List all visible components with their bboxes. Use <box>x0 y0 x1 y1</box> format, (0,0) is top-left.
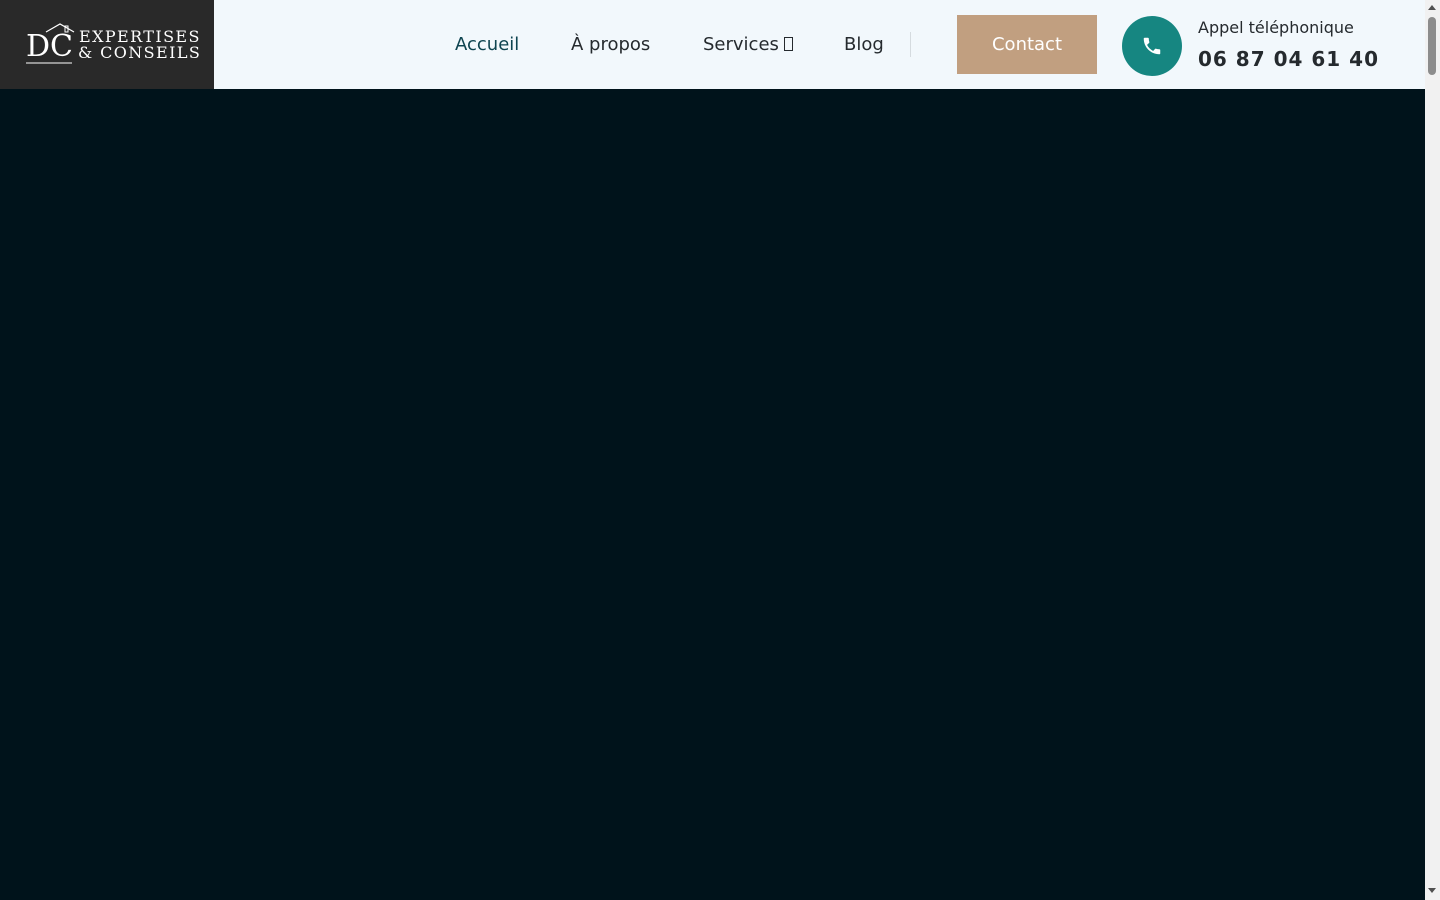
phone-call-button[interactable] <box>1122 16 1182 76</box>
page: DC EXPERTISES & CONSEILS Accueil À propo… <box>0 0 1425 900</box>
logo-line-2: & CONSEILS <box>78 43 202 62</box>
nav-item-services-label: Services <box>703 34 779 55</box>
house-monogram-icon: DC <box>26 23 75 64</box>
hero-section <box>0 89 1425 900</box>
nav-divider <box>910 32 911 57</box>
dropdown-icon <box>783 37 793 51</box>
scrollbar-thumb[interactable] <box>1428 17 1436 75</box>
vertical-scrollbar[interactable] <box>1425 0 1440 900</box>
nav-item-blog[interactable]: Blog <box>844 33 884 57</box>
logo-monogram: DC <box>26 29 73 64</box>
phone-number-link[interactable]: 06 87 04 61 40 <box>1198 47 1379 71</box>
phone-icon <box>1143 37 1161 55</box>
nav-item-a-propos[interactable]: À propos <box>571 33 650 57</box>
site-header: DC EXPERTISES & CONSEILS Accueil À propo… <box>0 0 1425 89</box>
contact-button[interactable]: Contact <box>957 15 1097 74</box>
scroll-down-arrow-icon[interactable] <box>1428 888 1436 893</box>
nav-item-accueil[interactable]: Accueil <box>455 33 519 57</box>
site-logo-link[interactable]: DC EXPERTISES & CONSEILS <box>0 0 214 89</box>
nav-item-services[interactable]: Services <box>703 33 793 57</box>
phone-label: Appel téléphonique <box>1198 18 1354 37</box>
scroll-up-arrow-icon[interactable] <box>1428 5 1436 10</box>
